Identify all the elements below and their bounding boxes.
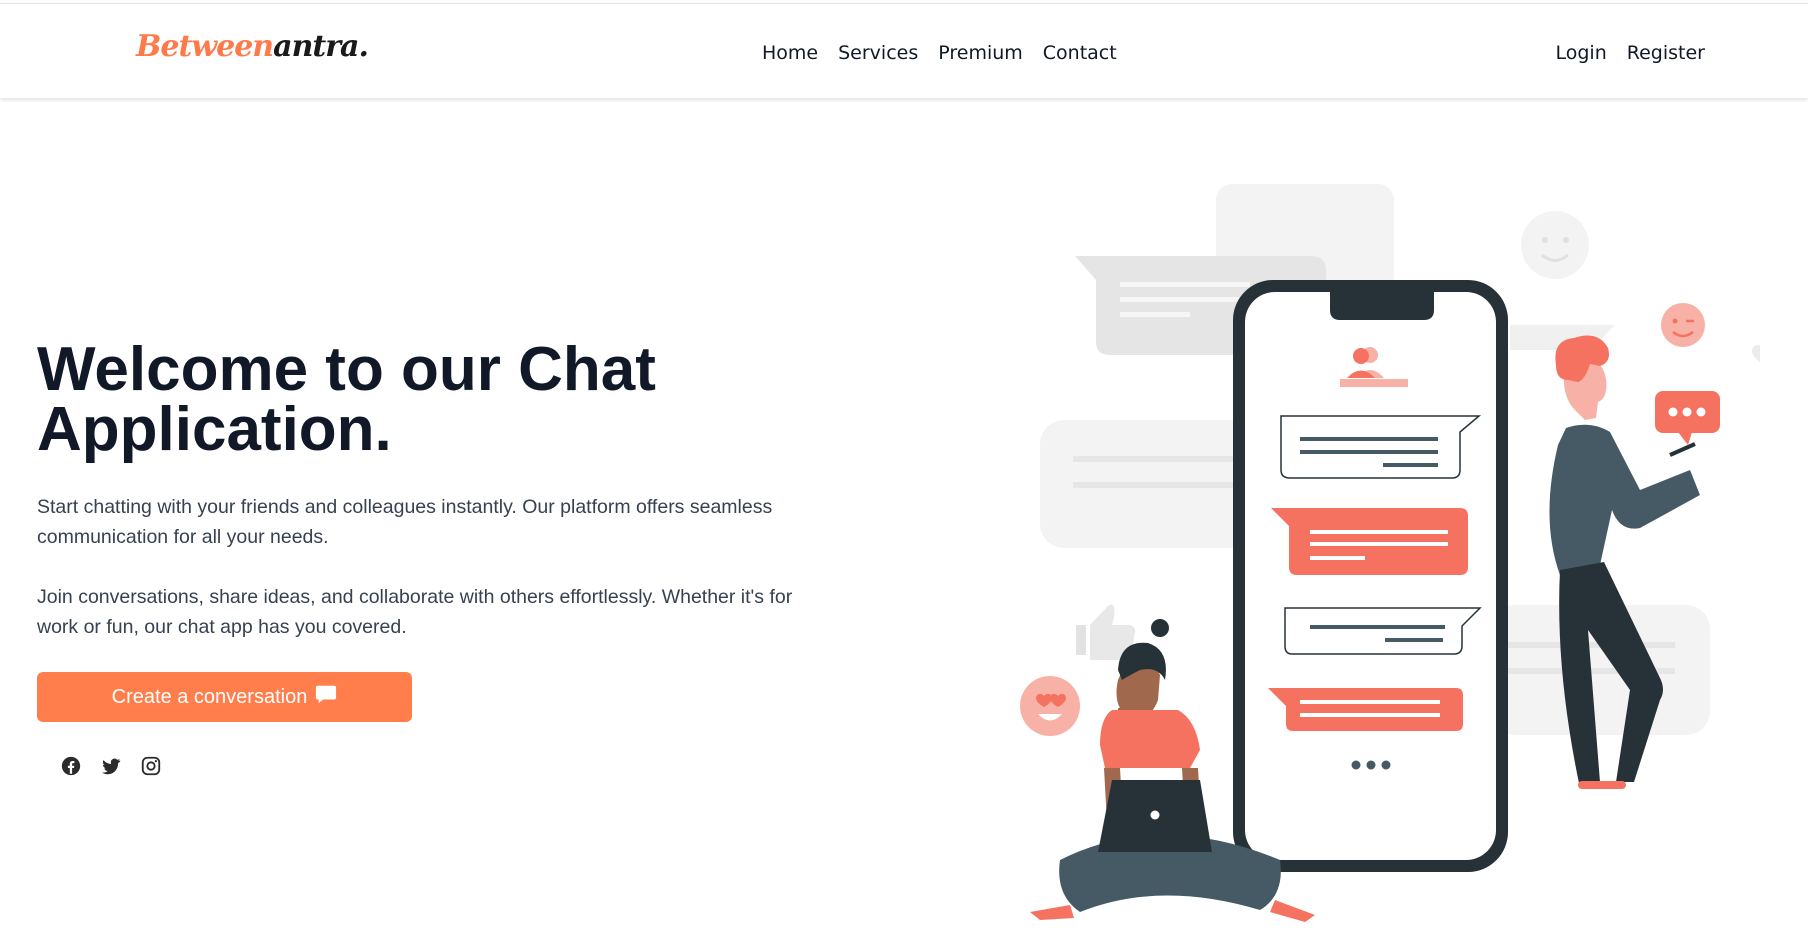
brand-logo[interactable]: Between antra. (136, 29, 369, 64)
auth-nav: Login Register (1556, 42, 1706, 65)
smile-face-icon (1521, 211, 1589, 279)
navbar: Between antra. Home Services Premium Cont… (0, 3, 1808, 98)
heart-icon (1752, 344, 1760, 363)
instagram-icon[interactable] (140, 755, 162, 777)
twitter-icon[interactable] (100, 755, 122, 777)
logo-part-1: Between (136, 29, 274, 64)
nav-services-link[interactable]: Services (838, 42, 918, 65)
logo-part-2: antra. (273, 29, 369, 64)
facebook-icon[interactable] (60, 755, 82, 777)
nav-premium-link[interactable]: Premium (938, 42, 1023, 65)
create-conversation-label: Create a conversation (111, 685, 308, 708)
nav-home-link[interactable]: Home (762, 42, 818, 65)
login-link[interactable]: Login (1556, 42, 1607, 65)
phone-illustration (1233, 280, 1508, 872)
wink-face-icon (1661, 303, 1705, 347)
hero-paragraph-1: Start chatting with your friends and col… (37, 496, 773, 548)
create-conversation-button[interactable]: Create a conversation (37, 672, 412, 722)
love-face-icon (1020, 676, 1080, 736)
main-nav: Home Services Premium Contact (762, 42, 1117, 65)
social-links (60, 755, 162, 777)
register-link[interactable]: Register (1627, 42, 1705, 65)
chat-illustration (1020, 184, 1760, 922)
chat-bubble-icon (315, 683, 337, 711)
nav-contact-link[interactable]: Contact (1043, 42, 1117, 65)
hero-title: Welcome to our Chat Application. (37, 335, 656, 464)
hero-paragraph-2: Join conversations, share ideas, and col… (37, 586, 793, 638)
